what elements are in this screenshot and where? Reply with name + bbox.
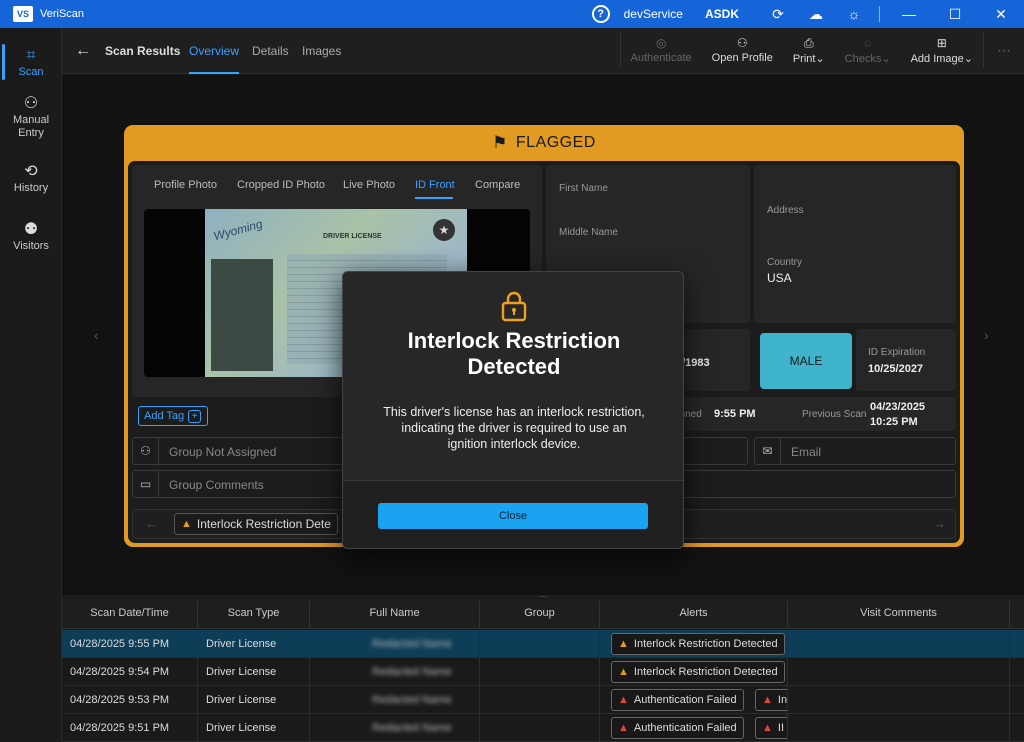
dialog-message: This driver's license has an interlock r… (383, 405, 645, 451)
dialog-title: Interlock Restriction Detected (407, 328, 621, 379)
interlock-dialog: Interlock Restriction Detected This driv… (342, 271, 684, 549)
lock-icon (501, 291, 527, 322)
dialog-footer: Close (343, 480, 683, 548)
close-button[interactable]: Close (378, 503, 648, 529)
modal-overlay: Interlock Restriction Detected This driv… (0, 0, 1024, 742)
